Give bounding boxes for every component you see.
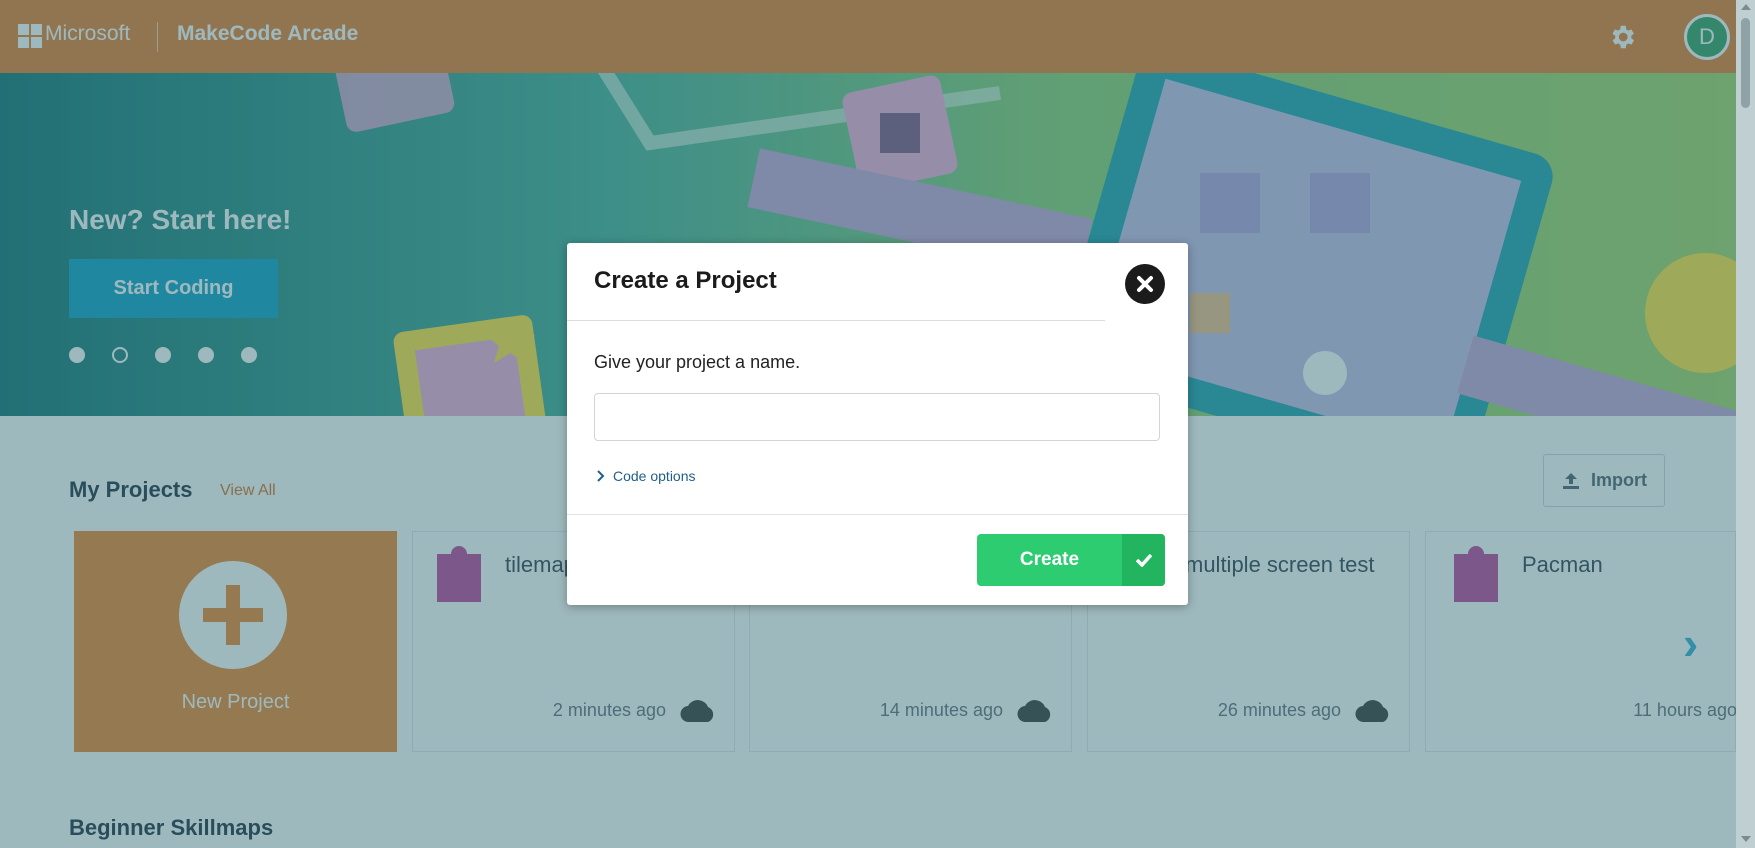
scroll-up-arrow-icon[interactable] <box>1741 4 1751 10</box>
chevron-right-icon <box>597 470 605 482</box>
close-button[interactable] <box>1125 264 1165 304</box>
scrollbar-thumb[interactable] <box>1741 18 1750 108</box>
create-button[interactable]: Create <box>977 534 1165 586</box>
create-label: Create <box>1019 549 1080 570</box>
dialog-title: Create a Project <box>594 267 777 294</box>
code-options-toggle[interactable]: Code options <box>596 468 696 484</box>
project-name-input[interactable] <box>594 393 1160 441</box>
project-name-label: Give your project a name. <box>594 352 801 372</box>
close-icon <box>1137 276 1153 292</box>
dialog-header-divider <box>567 320 1105 321</box>
dialog-footer-divider <box>567 514 1188 515</box>
checkmark-icon <box>1122 534 1165 586</box>
create-project-dialog: Create a Project Give your project a nam… <box>567 243 1188 605</box>
code-options-label: Code options <box>613 468 696 484</box>
page-scrollbar[interactable] <box>1736 0 1755 848</box>
scroll-down-arrow-icon[interactable] <box>1741 836 1751 842</box>
